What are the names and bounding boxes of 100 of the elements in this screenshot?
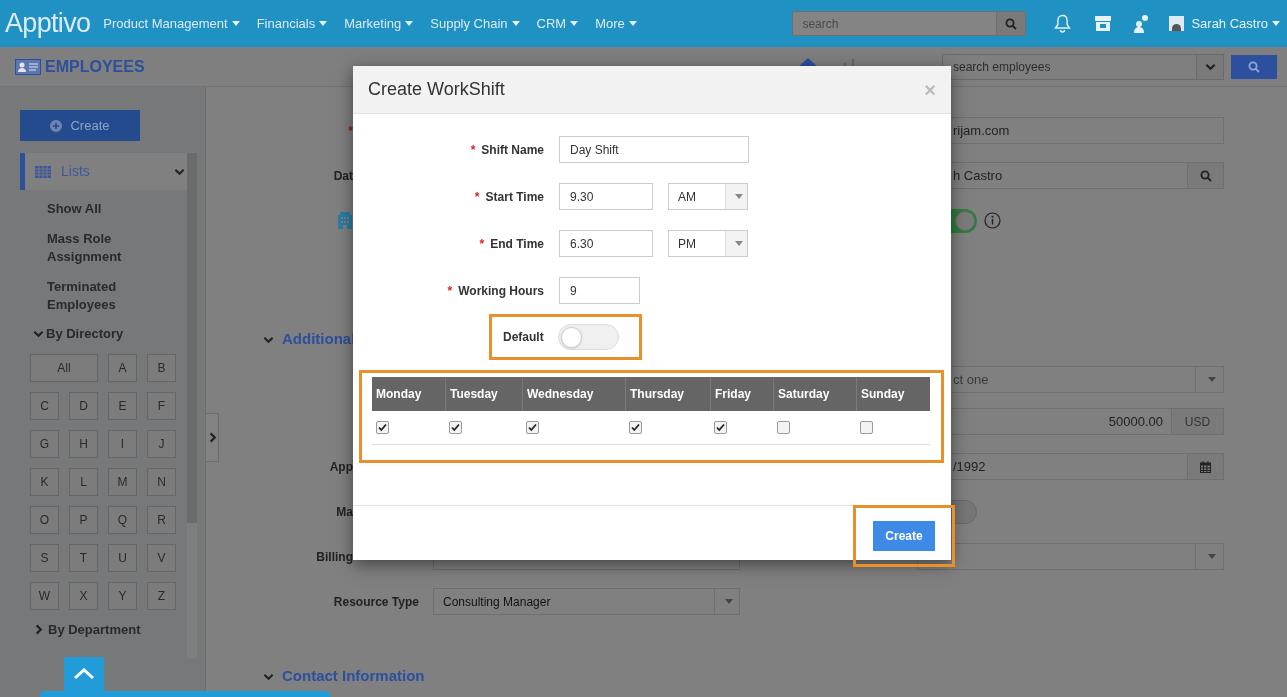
letter-filter[interactable]: I <box>108 429 137 458</box>
letter-filter[interactable]: S <box>30 543 59 572</box>
create-button[interactable]: Create <box>20 110 140 141</box>
bell-icon[interactable] <box>1054 14 1072 33</box>
letter-filter[interactable]: C <box>30 391 59 420</box>
employee-search-field[interactable]: search employees <box>942 53 1224 80</box>
sidebar-link[interactable]: Show All <box>47 200 132 218</box>
search-icon <box>1199 169 1212 182</box>
chevron-up-icon <box>73 668 95 680</box>
section-heading[interactable]: Additional <box>282 327 356 351</box>
required-mark: * <box>470 141 476 159</box>
period-select[interactable]: PM <box>668 230 748 257</box>
sidebar-link[interactable]: Terminated Employees <box>47 278 132 314</box>
letter-filter[interactable]: O <box>30 505 59 534</box>
letter-filter[interactable]: P <box>69 505 98 534</box>
letter-filter[interactable]: L <box>69 467 98 496</box>
department-toggle[interactable]: By Department <box>33 619 187 639</box>
letter-filter[interactable]: W <box>30 581 59 610</box>
app-logo[interactable]: Apptivo <box>5 3 91 44</box>
search-button[interactable] <box>1188 162 1224 189</box>
letter-filter[interactable]: H <box>69 429 98 458</box>
calendar-button[interactable] <box>1188 453 1224 480</box>
nav-menu[interactable]: Financials <box>256 13 328 34</box>
nav-menu[interactable]: More <box>595 13 637 34</box>
letter-filter[interactable]: N <box>147 467 176 496</box>
letter-filter[interactable]: X <box>69 581 98 610</box>
nav-menu[interactable]: Supply Chain <box>430 13 520 34</box>
letter-filter[interactable]: E <box>108 391 137 420</box>
table-header-cell: Sunday <box>856 377 930 411</box>
letter-filter[interactable]: U <box>108 543 137 572</box>
letter-filter[interactable]: F <box>147 391 176 420</box>
text-field[interactable]: Day Shift <box>559 136 749 163</box>
required-mark: * <box>474 188 480 206</box>
field-label: Dat <box>333 167 353 185</box>
text-field[interactable]: 9.30 <box>559 183 653 210</box>
caret-icon <box>570 21 579 26</box>
checkbox[interactable] <box>860 421 873 434</box>
caret-icon <box>1272 21 1280 26</box>
toggle-switch[interactable] <box>557 324 619 350</box>
scroll-top-button[interactable] <box>64 657 104 691</box>
table-header-cell-text: Monday <box>375 386 423 403</box>
letter-filter[interactable]: B <box>147 353 176 382</box>
store-icon[interactable] <box>1094 15 1113 32</box>
field-label: Start Time <box>485 188 544 206</box>
letter-filter[interactable]: Z <box>147 581 176 610</box>
caret-icon <box>319 21 328 26</box>
search-button[interactable] <box>1231 54 1277 79</box>
collapse-sidebar-tab[interactable] <box>206 413 219 462</box>
letter-filter[interactable]: J <box>147 429 176 458</box>
table-header-cell: Wednesday <box>522 377 625 411</box>
table-header-cell: Tuesday <box>445 377 522 411</box>
table-header-cell: Friday <box>710 377 773 411</box>
field-label: App <box>329 458 353 476</box>
letter-filter[interactable]: M <box>108 467 137 496</box>
calendar-icon <box>1200 460 1211 473</box>
user-menu[interactable]: Sarah Castro <box>1191 13 1280 34</box>
directory-toggle[interactable]: By Directory <box>33 324 187 344</box>
checkbox[interactable] <box>449 421 462 434</box>
letter-filter[interactable]: Q <box>108 505 137 534</box>
global-search-field[interactable]: search <box>792 11 1027 36</box>
lists-header[interactable]: Lists <box>20 153 187 190</box>
letter-filter[interactable]: T <box>69 543 98 572</box>
caret-icon <box>231 21 240 26</box>
field-label: Shift Name <box>481 141 544 159</box>
letter-filter[interactable]: K <box>30 467 59 496</box>
nav-menu[interactable]: CRM <box>536 13 579 34</box>
nav-menu[interactable]: Product Management <box>103 13 240 34</box>
create-button[interactable]: Create <box>873 521 935 551</box>
text-field[interactable]: 9 <box>559 277 640 304</box>
avatar <box>1169 16 1185 31</box>
letter-filter[interactable]: A <box>108 353 137 382</box>
currency-label: USD <box>1172 408 1224 435</box>
text-field[interactable]: 6.30 <box>559 230 653 257</box>
letter-filter[interactable]: D <box>69 391 98 420</box>
letter-filter[interactable]: Y <box>108 581 137 610</box>
caret-icon <box>734 194 743 199</box>
letter-filter[interactable]: All <box>30 353 98 382</box>
letter-filter[interactable]: R <box>147 505 176 534</box>
table-header-cell: Thursday <box>625 377 710 411</box>
search-icon <box>1005 17 1018 30</box>
checkbox[interactable] <box>629 421 642 434</box>
people-icon[interactable] <box>1133 13 1151 34</box>
caret-icon <box>734 241 743 246</box>
checkbox[interactable] <box>777 421 790 434</box>
period-select[interactable]: AM <box>668 183 748 210</box>
sidebar-link[interactable]: Mass Role Assignment <box>47 230 132 266</box>
chevron-icon <box>1204 61 1216 72</box>
select-field[interactable]: Consulting Manager <box>433 588 740 615</box>
checkbox[interactable] <box>714 421 727 434</box>
checkbox[interactable] <box>376 421 389 434</box>
field-label: Resource Type <box>333 593 419 611</box>
info-icon[interactable] <box>984 212 1001 229</box>
letter-filter[interactable]: G <box>30 429 59 458</box>
nav-menu[interactable]: Marketing <box>344 13 414 34</box>
checkbox[interactable] <box>526 421 539 434</box>
required-mark: * <box>479 235 485 253</box>
letter-filter[interactable]: V <box>147 543 176 572</box>
id-card-icon <box>15 58 41 75</box>
section-heading[interactable]: Contact Information <box>282 665 425 688</box>
field-label: * <box>348 122 353 140</box>
